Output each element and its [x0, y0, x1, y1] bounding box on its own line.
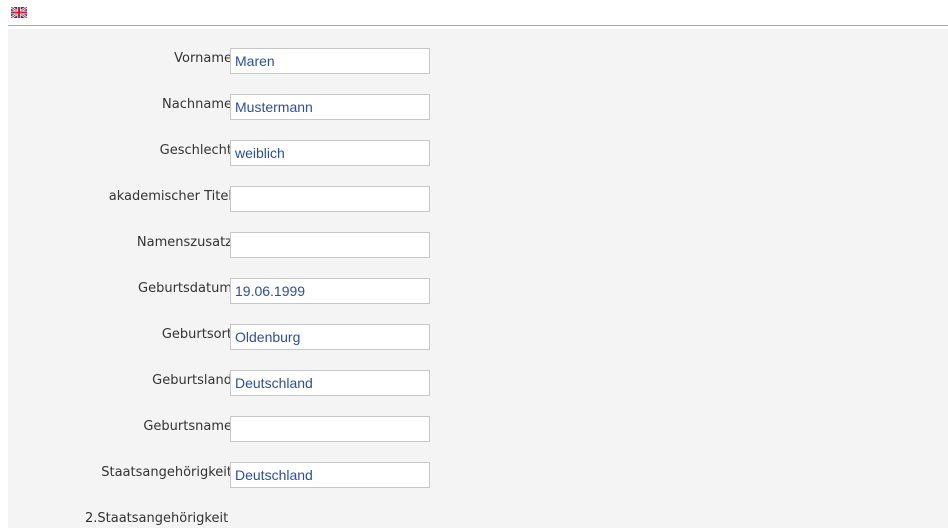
field-row-akademischer-titel: akademischer Titel	[8, 186, 948, 212]
field-row-vorname: Vorname Maren	[8, 48, 948, 74]
top-bar	[0, 0, 948, 26]
geburtsname-field[interactable]	[230, 416, 430, 442]
personal-data-form: Vorname Maren Nachname Mustermann Geschl…	[8, 29, 948, 528]
uk-flag-icon[interactable]	[11, 7, 27, 18]
geburtsort-label: Geburtsort	[161, 327, 232, 342]
akademischer-titel-label: akademischer Titel	[108, 189, 232, 204]
second-nationality-label: 2.Staatsangehörigkeit	[85, 511, 229, 526]
vorname-label: Vorname	[174, 51, 232, 66]
field-row-geburtsname: Geburtsname	[8, 416, 948, 442]
namenszusatz-field[interactable]	[230, 232, 430, 258]
staatsangehoerigkeit-field[interactable]: Deutschland	[230, 462, 430, 488]
field-row-geburtsdatum: Geburtsdatum 19.06.1999	[8, 278, 948, 304]
field-row-staatsangehoerigkeit: Staatsangehörigkeit Deutschland	[8, 462, 948, 488]
namenszusatz-label: Namenszusatz	[136, 235, 232, 250]
geburtsdatum-field[interactable]: 19.06.1999	[230, 278, 430, 304]
geburtsland-field[interactable]: Deutschland	[230, 370, 430, 396]
field-row-namenszusatz: Namenszusatz	[8, 232, 948, 258]
header-divider	[8, 25, 948, 26]
nachname-field[interactable]: Mustermann	[230, 94, 430, 120]
geburtsland-label: Geburtsland	[152, 373, 232, 388]
field-row-geschlecht: Geschlecht weiblich	[8, 140, 948, 166]
staatsangehoerigkeit-label: Staatsangehörigkeit	[101, 465, 232, 480]
field-row-geburtsort: Geburtsort Oldenburg	[8, 324, 948, 350]
geschlecht-field[interactable]: weiblich	[230, 140, 430, 166]
geburtsort-field[interactable]: Oldenburg	[230, 324, 430, 350]
field-row-nachname: Nachname Mustermann	[8, 94, 948, 120]
nachname-label: Nachname	[162, 97, 232, 112]
geburtsname-label: Geburtsname	[143, 419, 232, 434]
vorname-field[interactable]: Maren	[230, 48, 430, 74]
geschlecht-label: Geschlecht	[159, 143, 232, 158]
akademischer-titel-field[interactable]	[230, 186, 430, 212]
field-row-geburtsland: Geburtsland Deutschland	[8, 370, 948, 396]
geburtsdatum-label: Geburtsdatum	[138, 281, 232, 296]
